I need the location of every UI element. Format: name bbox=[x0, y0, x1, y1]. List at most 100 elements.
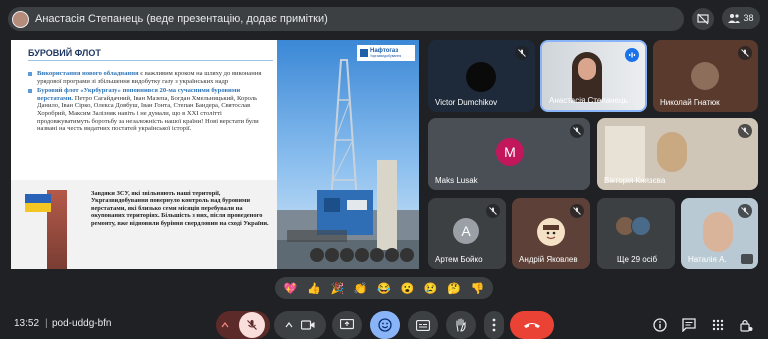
hide-presentation-button[interactable] bbox=[692, 8, 714, 30]
flag-yellow bbox=[25, 203, 51, 212]
mic-off-icon bbox=[247, 320, 257, 330]
speaking-indicator-icon bbox=[625, 48, 639, 62]
more-vertical-icon bbox=[492, 318, 496, 332]
participant-tile[interactable]: Николай Гнатюк bbox=[653, 40, 758, 112]
presenter-avatar bbox=[12, 10, 29, 28]
participant-face bbox=[578, 58, 596, 80]
avatar bbox=[466, 62, 496, 92]
camera-icon bbox=[301, 320, 315, 330]
participant-tile[interactable]: A Артем Бойко bbox=[428, 198, 506, 269]
reaction-party-icon[interactable]: 🎉 bbox=[330, 282, 344, 295]
participant-count: 38 bbox=[743, 13, 754, 23]
more-options-button[interactable] bbox=[484, 311, 504, 339]
avatar: A bbox=[453, 218, 479, 244]
flag-rig-image bbox=[21, 190, 71, 269]
participant-name: Maks Lusak bbox=[435, 176, 478, 185]
reaction-heart-icon[interactable]: 💖 bbox=[284, 282, 298, 295]
chat-icon bbox=[682, 318, 696, 332]
slide-text-panel: БУРОВИЙ ФЛОТ Використання нового обладна… bbox=[11, 40, 277, 269]
participant-tile[interactable]: M Maks Lusak bbox=[428, 118, 590, 190]
reaction-laugh-icon[interactable]: 😂 bbox=[377, 282, 391, 295]
avatar bbox=[631, 216, 651, 236]
participant-figure bbox=[703, 212, 733, 252]
chevron-up-icon bbox=[285, 322, 293, 328]
info-button[interactable] bbox=[652, 318, 668, 332]
captions-icon bbox=[416, 319, 430, 331]
pin-icon[interactable] bbox=[741, 254, 753, 264]
info-icon bbox=[653, 318, 667, 332]
mic-toggle-button[interactable] bbox=[239, 312, 265, 338]
participant-name: Артем Бойко bbox=[435, 255, 483, 264]
reaction-clap-icon[interactable]: 👏 bbox=[354, 282, 368, 295]
raise-hand-icon bbox=[456, 318, 466, 332]
drilling-rig-photo: Нафтогаз Укргазвидобування bbox=[277, 40, 419, 269]
more-participants-label: Ще 29 осіб bbox=[617, 255, 658, 264]
background-shelf bbox=[605, 126, 645, 182]
naftogaz-logo: Нафтогаз Укргазвидобування bbox=[357, 45, 415, 61]
bullet-item: Використання нового обладнання є важливи… bbox=[28, 70, 273, 85]
chevron-up-icon bbox=[221, 322, 229, 328]
participant-figure bbox=[657, 132, 687, 172]
avatar: M bbox=[496, 138, 524, 166]
captions-button[interactable] bbox=[408, 311, 438, 339]
reaction-thumbs-up-icon[interactable]: 👍 bbox=[307, 282, 321, 295]
participant-tile[interactable]: Victor Dumchikov bbox=[428, 40, 535, 112]
participant-name: Николай Гнатюк bbox=[660, 98, 720, 107]
raise-hand-button[interactable] bbox=[446, 311, 476, 339]
mic-off-icon bbox=[738, 204, 752, 218]
title-divider bbox=[28, 60, 273, 61]
participant-name: Вікторія Князєва bbox=[604, 176, 666, 185]
participant-name: Victor Dumchikov bbox=[435, 98, 498, 107]
activities-button[interactable] bbox=[710, 318, 726, 332]
participant-name: Анастасія Степанець bbox=[549, 96, 628, 105]
bullet-item: Буровий флот «Укрбургазу» поповнився 20-… bbox=[28, 87, 273, 133]
reaction-thinking-icon[interactable]: 🤔 bbox=[447, 282, 461, 295]
reaction-sad-icon[interactable]: 😢 bbox=[424, 282, 438, 295]
mic-off-icon bbox=[570, 204, 584, 218]
mic-off-icon bbox=[515, 46, 529, 60]
end-call-icon bbox=[524, 323, 540, 328]
emoji-icon bbox=[378, 318, 392, 332]
microphone-control[interactable] bbox=[216, 311, 270, 339]
avatar bbox=[537, 218, 565, 246]
participant-tile[interactable]: Вікторія Князєва bbox=[597, 118, 758, 190]
people-icon bbox=[728, 14, 741, 23]
logo-mark bbox=[360, 49, 368, 57]
drilling-rig-illustration bbox=[277, 59, 419, 269]
slide-title: БУРОВИЙ ФЛОТ bbox=[28, 48, 101, 58]
reaction-surprised-icon[interactable]: 😮 bbox=[400, 282, 414, 295]
reaction-thumbs-down-icon[interactable]: 👎 bbox=[470, 282, 484, 295]
present-button[interactable] bbox=[332, 311, 362, 339]
host-controls-icon bbox=[740, 319, 753, 332]
chat-button[interactable] bbox=[681, 318, 697, 332]
mic-off-icon bbox=[486, 204, 500, 218]
apps-grid-icon bbox=[712, 319, 724, 331]
flag-blue bbox=[25, 194, 51, 203]
presenter-label: Анастасія Степанець (веде презентацію, д… bbox=[35, 13, 328, 25]
presenter-banner[interactable]: Анастасія Степанець (веде презентацію, д… bbox=[8, 7, 684, 31]
emoji-button[interactable] bbox=[370, 311, 400, 339]
present-screen-icon bbox=[340, 319, 354, 330]
participants-button[interactable]: 38 bbox=[722, 7, 760, 29]
clock: 13:52 bbox=[14, 318, 40, 329]
hide-screen-icon bbox=[697, 13, 709, 25]
reactions-bar: 💖 👍 🎉 👏 😂 😮 😢 🤔 👎 bbox=[275, 277, 493, 299]
participant-name: Андрій Яковлев bbox=[519, 255, 578, 264]
participant-name: Наталія А. bbox=[688, 255, 727, 264]
end-call-button[interactable] bbox=[510, 311, 554, 339]
participant-tile[interactable]: Андрій Яковлев bbox=[512, 198, 590, 269]
cartoon-face-icon bbox=[543, 225, 559, 240]
mic-off-icon bbox=[738, 124, 752, 138]
host-controls-button[interactable] bbox=[738, 318, 754, 332]
more-participants-tile[interactable]: Ще 29 осіб bbox=[597, 198, 675, 269]
mic-off-icon bbox=[570, 124, 584, 138]
participant-tile-speaking[interactable]: Анастасія Степанець bbox=[540, 40, 647, 112]
slide-bullets: Використання нового обладнання є важливи… bbox=[28, 70, 273, 135]
camera-control[interactable] bbox=[274, 311, 326, 339]
meeting-code: pod-uddg-bfn bbox=[52, 318, 112, 329]
participant-tile[interactable]: Наталія А. bbox=[681, 198, 758, 269]
separator: | bbox=[45, 318, 48, 329]
mic-off-icon bbox=[738, 46, 752, 60]
avatar bbox=[691, 62, 719, 90]
presentation-slide: БУРОВИЙ ФЛОТ Використання нового обладна… bbox=[11, 40, 419, 269]
